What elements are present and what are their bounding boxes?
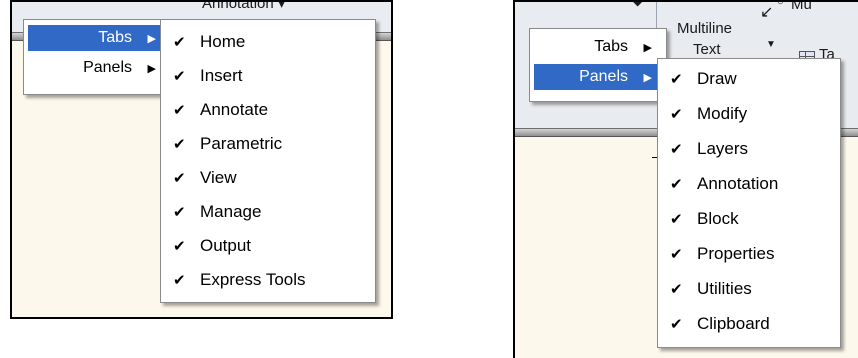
panels-menu: ✔ Draw ✔ Modify ✔ Layers ✔ Annotation ✔ … bbox=[657, 58, 841, 348]
tabs-menu-item-express-tools[interactable]: ✔ Express Tools bbox=[161, 263, 375, 297]
tabs-menu-item-label: Output bbox=[200, 236, 252, 255]
menu-item-label: Tabs bbox=[594, 38, 628, 55]
panels-menu-item-label: Clipboard bbox=[697, 314, 770, 333]
tabs-menu-item-label: Insert bbox=[200, 66, 243, 85]
checkmark-icon: ✔ bbox=[670, 246, 683, 263]
panels-menu-item-clipboard[interactable]: ✔ Clipboard bbox=[658, 307, 840, 341]
context-submenu: Tabs ▶ Panels ▶ bbox=[23, 19, 171, 95]
panels-menu-item-layers[interactable]: ✔ Layers bbox=[658, 132, 840, 166]
checkmark-icon: ✔ bbox=[670, 316, 683, 333]
ribbon-circle-icon: ○ bbox=[777, 0, 784, 8]
submenu-arrow-icon: ▶ bbox=[147, 32, 156, 45]
panels-menu-item-label: Utilities bbox=[697, 279, 752, 298]
checkmark-icon: ✔ bbox=[173, 34, 186, 51]
menu-item-label: Tabs bbox=[98, 29, 132, 46]
checkmark-icon: ✔ bbox=[173, 102, 186, 119]
tabs-menu-item-manage[interactable]: ✔ Manage bbox=[161, 195, 375, 229]
leader-arrow-icon: ↙ bbox=[760, 4, 774, 21]
menu-item-tabs[interactable]: Tabs ▶ bbox=[28, 25, 166, 51]
tabs-menu-item-insert[interactable]: ✔ Insert bbox=[161, 59, 375, 93]
checkmark-icon: ✔ bbox=[670, 106, 683, 123]
checkmark-icon: ✔ bbox=[670, 176, 683, 193]
tabs-menu-item-annotate[interactable]: ✔ Annotate bbox=[161, 93, 375, 127]
menu-item-tabs[interactable]: Tabs ▶ bbox=[534, 34, 662, 60]
submenu-arrow-icon: ▶ bbox=[643, 71, 652, 84]
panels-menu-item-label: Properties bbox=[697, 244, 775, 263]
menu-item-label: Panels bbox=[579, 68, 628, 85]
tabs-menu-item-label: Home bbox=[200, 32, 246, 51]
panels-menu-item-label: Draw bbox=[697, 69, 737, 88]
panels-menu-item-draw[interactable]: ✔ Draw bbox=[658, 62, 840, 96]
tabs-menu-item-home[interactable]: ✔ Home bbox=[161, 25, 375, 59]
menu-item-panels[interactable]: Panels ▶ bbox=[28, 55, 166, 81]
menu-item-label: Panels bbox=[83, 59, 132, 76]
checkmark-icon: ✔ bbox=[173, 204, 186, 221]
panels-menu-item-label: Layers bbox=[697, 139, 749, 158]
dropdown-arrow-icon[interactable]: ▼ bbox=[766, 39, 776, 50]
left-screenshot: Annotation ▾ Tabs ▶ Panels ▶ ✔ Home ✔ In… bbox=[10, 0, 393, 319]
checkmark-icon: ✔ bbox=[173, 136, 186, 153]
checkmark-icon: ✔ bbox=[173, 238, 186, 255]
panels-menu-item-properties[interactable]: ✔ Properties bbox=[658, 237, 840, 271]
ribbon-fragment: Annotation ▾ bbox=[202, 0, 286, 12]
checkmark-icon: ✔ bbox=[670, 71, 683, 88]
tabs-menu-item-view[interactable]: ✔ View bbox=[161, 161, 375, 195]
panels-menu-item-annotation[interactable]: ✔ Annotation bbox=[658, 167, 840, 201]
menu-item-panels[interactable]: Panels ▶ bbox=[534, 64, 662, 90]
multiline-text-label-2: Text bbox=[693, 41, 721, 58]
ribbon-fragment-top: Mu bbox=[791, 0, 812, 13]
tabs-menu-item-parametric[interactable]: ✔ Parametric bbox=[161, 127, 375, 161]
panels-menu-item-label: Annotation bbox=[697, 174, 779, 193]
right-screenshot: Multiline Text ▼ ↙ ○ Mu Ta n ◆ Tabs ▶ Pa… bbox=[513, 0, 858, 358]
checkmark-icon: ✔ bbox=[173, 170, 186, 187]
tabs-menu-item-output[interactable]: ✔ Output bbox=[161, 229, 375, 263]
multiline-text-label: Multiline bbox=[677, 20, 733, 37]
tabs-menu-item-label: Express Tools bbox=[200, 270, 306, 289]
panels-menu-item-utilities[interactable]: ✔ Utilities bbox=[658, 272, 840, 306]
panels-menu-item-block[interactable]: ✔ Block bbox=[658, 202, 840, 236]
checkmark-icon: ✔ bbox=[173, 68, 186, 85]
tabs-menu: ✔ Home ✔ Insert ✔ Annotate ✔ Parametric … bbox=[160, 19, 376, 303]
checkmark-icon: ✔ bbox=[670, 141, 683, 158]
panels-menu-item-label: Modify bbox=[697, 104, 748, 123]
context-submenu: Tabs ▶ Panels ▶ bbox=[529, 28, 667, 102]
ribbon-chevron-icon: ◆ bbox=[633, 0, 643, 8]
checkmark-icon: ✔ bbox=[670, 211, 683, 228]
submenu-arrow-icon: ▶ bbox=[643, 41, 652, 54]
tabs-menu-item-label: Annotate bbox=[200, 100, 269, 119]
tabs-menu-item-label: Manage bbox=[200, 202, 262, 221]
submenu-arrow-icon: ▶ bbox=[147, 62, 156, 75]
checkmark-icon: ✔ bbox=[670, 281, 683, 298]
panels-menu-item-modify[interactable]: ✔ Modify bbox=[658, 97, 840, 131]
panels-menu-item-label: Block bbox=[697, 209, 739, 228]
checkmark-icon: ✔ bbox=[173, 272, 186, 289]
tabs-menu-item-label: View bbox=[200, 168, 237, 187]
tabs-menu-item-label: Parametric bbox=[200, 134, 283, 153]
